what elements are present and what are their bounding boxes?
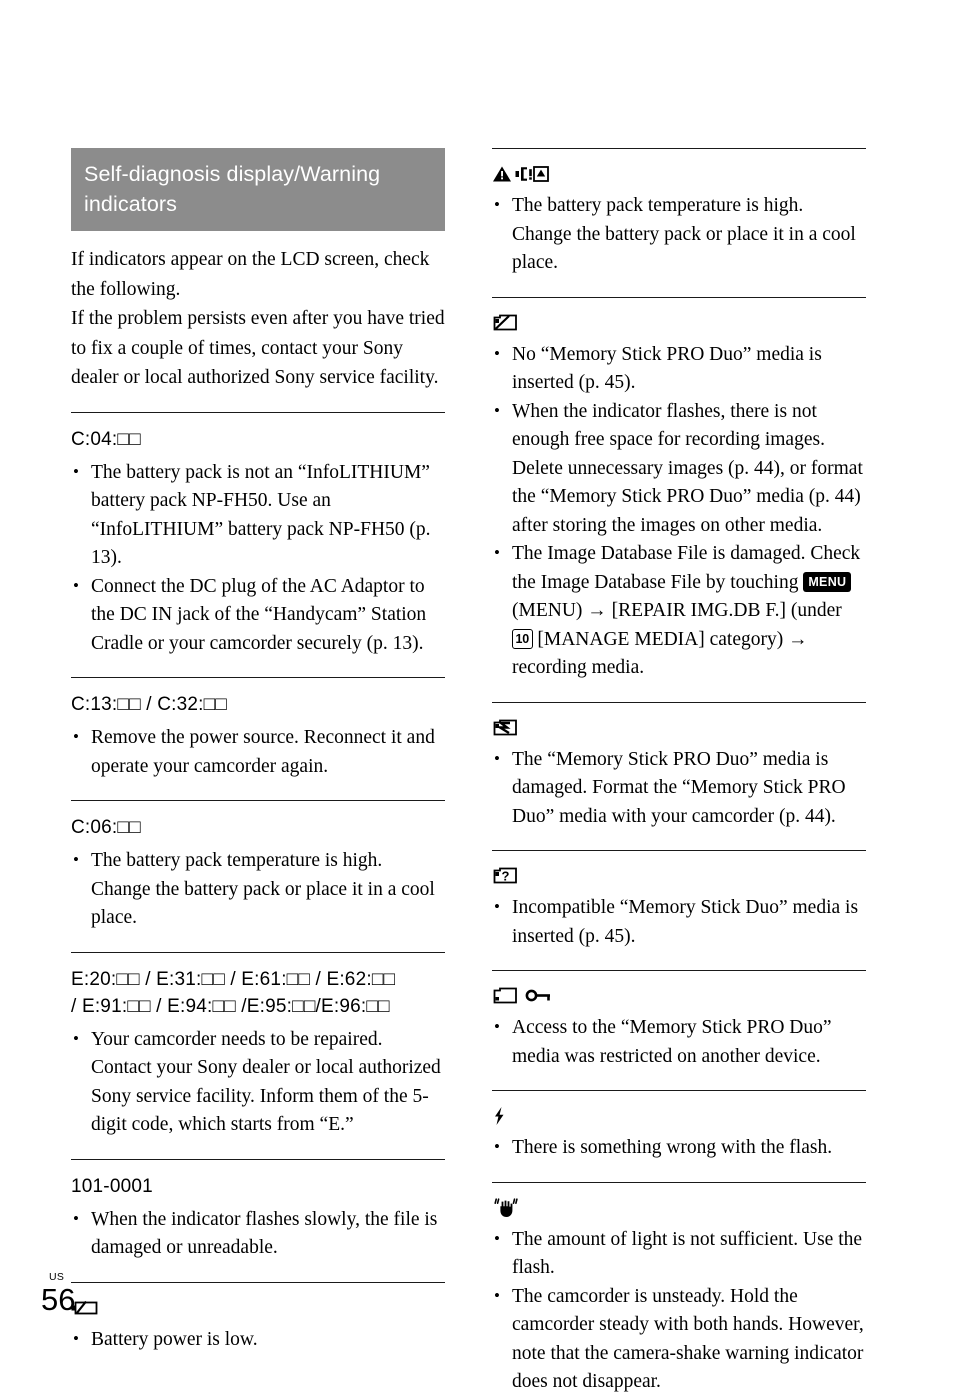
divider: [492, 1181, 866, 1183]
entry-bullets-incompatible-memory-stick: Incompatible “Memory Stick Duo” media is…: [492, 893, 866, 951]
right-column: The battery pack temperature is high. Ch…: [492, 148, 866, 1397]
entry-bullets-101-0001: When the indicator flashes slowly, the f…: [71, 1205, 445, 1263]
entry-bullets-flash: There is something wrong with the flash.: [492, 1133, 866, 1163]
entry-heading-flash: [492, 1104, 866, 1128]
list-item: The “Memory Stick PRO Duo” media is dama…: [492, 745, 866, 832]
entry-code-text: 101-0001: [71, 1175, 153, 1197]
entry-code-line-1: E:20:□□ / E:31:□□ / E:61:□□ / E:62:□□: [71, 968, 396, 990]
entry-heading-battery-temp: [492, 162, 866, 186]
svg-text:?: ?: [502, 869, 510, 884]
list-item: Connect the DC plug of the AC Adaptor to…: [71, 572, 445, 659]
list-item: Your camcorder needs to be repaired. Con…: [71, 1025, 445, 1140]
list-item: Remove the power source. Reconnect it an…: [71, 723, 445, 781]
list-item: Incompatible “Memory Stick Duo” media is…: [492, 893, 866, 951]
incompatible-memory-stick-icon: ?: [492, 866, 522, 886]
entry-heading-c13-c32: C:13:□□ / C:32:□□: [71, 691, 445, 718]
entry-bullets-no-memory-stick: No “Memory Stick PRO Duo” media is inser…: [492, 340, 866, 683]
memory-stick-icon: [492, 986, 522, 1006]
list-item-image-db: The Image Database File is damaged. Chec…: [492, 539, 866, 683]
page-number: 56: [41, 1282, 76, 1317]
entry-code-text: C:06:□□: [71, 817, 141, 838]
battery-temperature-icon: [515, 165, 549, 183]
list-item: The camcorder is unsteady. Hold the camc…: [492, 1282, 866, 1397]
divider: [492, 1090, 866, 1091]
section-title-band: Self-diagnosis display/Warning indicator…: [71, 148, 445, 231]
entry-heading-c06: C:06:□□: [71, 814, 445, 841]
entry-bullets-c13-c32: Remove the power source. Reconnect it an…: [71, 723, 445, 781]
page-footer: US 56: [41, 1272, 131, 1317]
image-db-text-part-3: [MANAGE MEDIA] category) → recording med…: [512, 628, 808, 679]
entry-bullets-battery-temp: The battery pack temperature is high. Ch…: [492, 191, 866, 278]
entry-heading-incompatible-memory-stick: ?: [492, 864, 866, 888]
divider: [492, 701, 866, 703]
entry-code-text: C:04:□□: [71, 428, 141, 450]
section-title: Self-diagnosis display/Warning indicator…: [84, 162, 381, 216]
warning-triangle-icon: [492, 165, 512, 183]
manual-page: Self-diagnosis display/Warning indicator…: [0, 0, 954, 1392]
no-memory-stick-icon: [492, 313, 522, 333]
menu-badge: MENU: [803, 572, 852, 592]
list-item: The battery pack temperature is high. Ch…: [492, 191, 866, 278]
entry-heading-101-0001: 101-0001: [71, 1173, 445, 1200]
list-item: Access to the “Memory Stick PRO Duo” med…: [492, 1013, 866, 1071]
image-db-text-part-2: (MENU) → [REPAIR IMG.DB F.] (under: [512, 600, 842, 621]
entry-heading-memory-stick-locked: [492, 984, 866, 1008]
key-lock-icon: [525, 986, 555, 1006]
intro-line-1: If indicators appear on the LCD screen, …: [71, 249, 430, 300]
entry-heading-damaged-memory-stick: [492, 716, 866, 740]
divider: [492, 148, 866, 149]
damaged-memory-stick-icon: [492, 718, 522, 738]
entry-heading-no-memory-stick: [492, 311, 866, 335]
entry-bullets-e-codes: Your camcorder needs to be repaired. Con…: [71, 1025, 445, 1140]
left-column: Self-diagnosis display/Warning indicator…: [71, 148, 445, 1354]
divider: [492, 296, 866, 298]
flash-icon: [492, 1106, 508, 1126]
entry-bullets-camera-shake: The amount of light is not sufficient. U…: [492, 1225, 866, 1397]
entry-bullets-memory-stick-locked: Access to the “Memory Stick PRO Duo” med…: [492, 1013, 866, 1071]
entry-heading-e-codes: E:20:□□ / E:31:□□ / E:61:□□ / E:62:□□ / …: [71, 966, 445, 1020]
divider: [71, 1158, 445, 1160]
list-item: The battery pack is not an “InfoLITHIUM”…: [71, 458, 445, 573]
intro-line-2: If the problem persists even after you h…: [71, 308, 445, 388]
entry-bullets-battery-low: Battery power is low.: [71, 1325, 445, 1355]
list-item: No “Memory Stick PRO Duo” media is inser…: [492, 340, 866, 398]
entry-bullets-c04: The battery pack is not an “InfoLITHIUM”…: [71, 458, 445, 659]
entry-code-text: C:13:□□ / C:32:□□: [71, 694, 227, 715]
list-item: The amount of light is not sufficient. U…: [492, 1225, 866, 1283]
divider: [492, 850, 866, 851]
entry-heading-camera-shake: [492, 1196, 866, 1220]
divider: [71, 951, 445, 953]
entry-code-line-2: / E:91:□□ / E:94:□□ /E:95:□□/E:96:□□: [71, 995, 390, 1017]
list-item: When the indicator flashes slowly, the f…: [71, 1205, 445, 1263]
list-item: When the indicator flashes, there is not…: [492, 397, 866, 541]
divider: [71, 800, 445, 801]
intro-paragraph: If indicators appear on the LCD screen, …: [71, 245, 445, 393]
category-number-badge: 10: [512, 629, 533, 649]
divider: [492, 970, 866, 971]
list-item: The battery pack temperature is high. Ch…: [71, 846, 445, 933]
list-item: Battery power is low.: [71, 1325, 445, 1355]
camera-shake-hand-icon: [492, 1197, 522, 1219]
entry-heading-c04: C:04:□□: [71, 426, 445, 453]
list-item: There is something wrong with the flash.: [492, 1133, 866, 1163]
entry-bullets-c06: The battery pack temperature is high. Ch…: [71, 846, 445, 933]
entry-bullets-damaged-memory-stick: The “Memory Stick PRO Duo” media is dama…: [492, 745, 866, 832]
divider: [71, 677, 445, 678]
divider: [71, 411, 445, 413]
